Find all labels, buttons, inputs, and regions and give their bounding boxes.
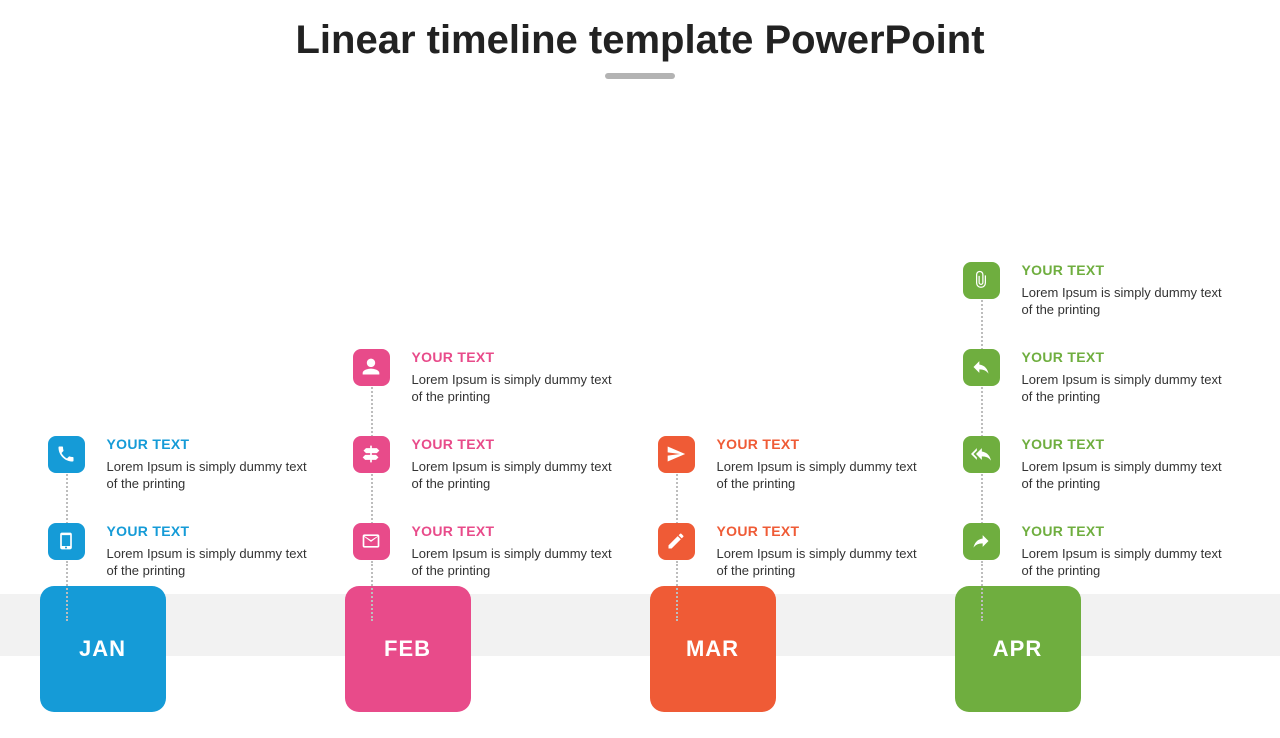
month-box-mar: MAR bbox=[650, 586, 776, 712]
timeline-item: YOUR TEXT Lorem Ipsum is simply dummy tex… bbox=[353, 436, 622, 493]
item-body: Lorem Ipsum is simply dummy text of the … bbox=[1022, 458, 1232, 493]
forward-icon bbox=[963, 523, 1000, 560]
timeline-item: YOUR TEXT Lorem Ipsum is simply dummy tex… bbox=[963, 262, 1232, 319]
reply-all-icon bbox=[963, 436, 1000, 473]
month-box-feb: FEB bbox=[345, 586, 471, 712]
item-text: YOUR TEXT Lorem Ipsum is simply dummy tex… bbox=[412, 523, 622, 580]
item-body: Lorem Ipsum is simply dummy text of the … bbox=[1022, 545, 1232, 580]
item-body: Lorem Ipsum is simply dummy text of the … bbox=[1022, 371, 1232, 406]
item-body: Lorem Ipsum is simply dummy text of the … bbox=[412, 458, 622, 493]
item-text: YOUR TEXT Lorem Ipsum is simply dummy tex… bbox=[107, 523, 317, 580]
item-body: Lorem Ipsum is simply dummy text of the … bbox=[107, 458, 317, 493]
item-text: YOUR TEXT Lorem Ipsum is simply dummy tex… bbox=[1022, 436, 1232, 493]
item-body: Lorem Ipsum is simply dummy text of the … bbox=[1022, 284, 1232, 319]
timeline-item: YOUR TEXT Lorem Ipsum is simply dummy tex… bbox=[963, 523, 1232, 580]
item-stack: YOUR TEXT Lorem Ipsum is simply dummy tex… bbox=[658, 436, 927, 580]
item-stack: YOUR TEXT Lorem Ipsum is simply dummy tex… bbox=[353, 349, 622, 580]
item-heading: YOUR TEXT bbox=[107, 523, 317, 539]
pencil-icon bbox=[658, 523, 695, 560]
item-heading: YOUR TEXT bbox=[1022, 349, 1232, 365]
timeline-item: YOUR TEXT Lorem Ipsum is simply dummy tex… bbox=[658, 436, 927, 493]
timeline-column-apr: YOUR TEXTLorem Ipsum is simply dummy tex… bbox=[953, 586, 1243, 712]
item-text: YOUR TEXT Lorem Ipsum is simply dummy tex… bbox=[412, 349, 622, 406]
timeline-column-mar: YOUR TEXTLorem Ipsum is simply dummy tex… bbox=[648, 586, 938, 712]
paperclip-icon bbox=[963, 262, 1000, 299]
item-heading: YOUR TEXT bbox=[107, 436, 317, 452]
item-heading: YOUR TEXT bbox=[717, 523, 927, 539]
timeline-column-jan: YOUR TEXTLorem Ipsum is simply dummy tex… bbox=[38, 586, 328, 712]
mobile-icon bbox=[48, 523, 85, 560]
item-heading: YOUR TEXT bbox=[717, 436, 927, 452]
reply-icon bbox=[963, 349, 1000, 386]
month-box-apr: APR bbox=[955, 586, 1081, 712]
item-text: YOUR TEXT Lorem Ipsum is simply dummy tex… bbox=[107, 436, 317, 493]
timeline-item: YOUR TEXT Lorem Ipsum is simply dummy tex… bbox=[48, 436, 317, 493]
signpost-icon bbox=[353, 436, 390, 473]
timeline-item: YOUR TEXT Lorem Ipsum is simply dummy tex… bbox=[48, 523, 317, 580]
timeline-item: YOUR TEXT Lorem Ipsum is simply dummy tex… bbox=[963, 349, 1232, 406]
item-heading: YOUR TEXT bbox=[412, 349, 622, 365]
item-body: Lorem Ipsum is simply dummy text of the … bbox=[717, 458, 927, 493]
item-stack: YOUR TEXT Lorem Ipsum is simply dummy tex… bbox=[48, 436, 317, 580]
user-icon bbox=[353, 349, 390, 386]
item-heading: YOUR TEXT bbox=[1022, 262, 1232, 278]
item-text: YOUR TEXT Lorem Ipsum is simply dummy tex… bbox=[717, 436, 927, 493]
item-body: Lorem Ipsum is simply dummy text of the … bbox=[717, 545, 927, 580]
timeline-item: YOUR TEXT Lorem Ipsum is simply dummy tex… bbox=[963, 436, 1232, 493]
item-text: YOUR TEXT Lorem Ipsum is simply dummy tex… bbox=[1022, 262, 1232, 319]
item-heading: YOUR TEXT bbox=[1022, 523, 1232, 539]
item-heading: YOUR TEXT bbox=[1022, 436, 1232, 452]
timeline-item: YOUR TEXT Lorem Ipsum is simply dummy tex… bbox=[353, 349, 622, 406]
item-body: Lorem Ipsum is simply dummy text of the … bbox=[412, 371, 622, 406]
phone-icon bbox=[48, 436, 85, 473]
timeline-columns: YOUR TEXTLorem Ipsum is simply dummy tex… bbox=[0, 586, 1280, 712]
mail-icon bbox=[353, 523, 390, 560]
item-text: YOUR TEXT Lorem Ipsum is simply dummy tex… bbox=[1022, 349, 1232, 406]
title-underline bbox=[605, 73, 675, 79]
item-stack: YOUR TEXT Lorem Ipsum is simply dummy tex… bbox=[963, 262, 1232, 580]
item-text: YOUR TEXT Lorem Ipsum is simply dummy tex… bbox=[412, 436, 622, 493]
item-heading: YOUR TEXT bbox=[412, 523, 622, 539]
item-text: YOUR TEXT Lorem Ipsum is simply dummy tex… bbox=[1022, 523, 1232, 580]
page-title: Linear timeline template PowerPoint bbox=[0, 18, 1280, 63]
item-heading: YOUR TEXT bbox=[412, 436, 622, 452]
month-box-jan: JAN bbox=[40, 586, 166, 712]
item-text: YOUR TEXT Lorem Ipsum is simply dummy tex… bbox=[717, 523, 927, 580]
timeline-column-feb: YOUR TEXTLorem Ipsum is simply dummy tex… bbox=[343, 586, 633, 712]
send-icon bbox=[658, 436, 695, 473]
timeline-item: YOUR TEXT Lorem Ipsum is simply dummy tex… bbox=[658, 523, 927, 580]
timeline-item: YOUR TEXT Lorem Ipsum is simply dummy tex… bbox=[353, 523, 622, 580]
item-body: Lorem Ipsum is simply dummy text of the … bbox=[412, 545, 622, 580]
item-body: Lorem Ipsum is simply dummy text of the … bbox=[107, 545, 317, 580]
